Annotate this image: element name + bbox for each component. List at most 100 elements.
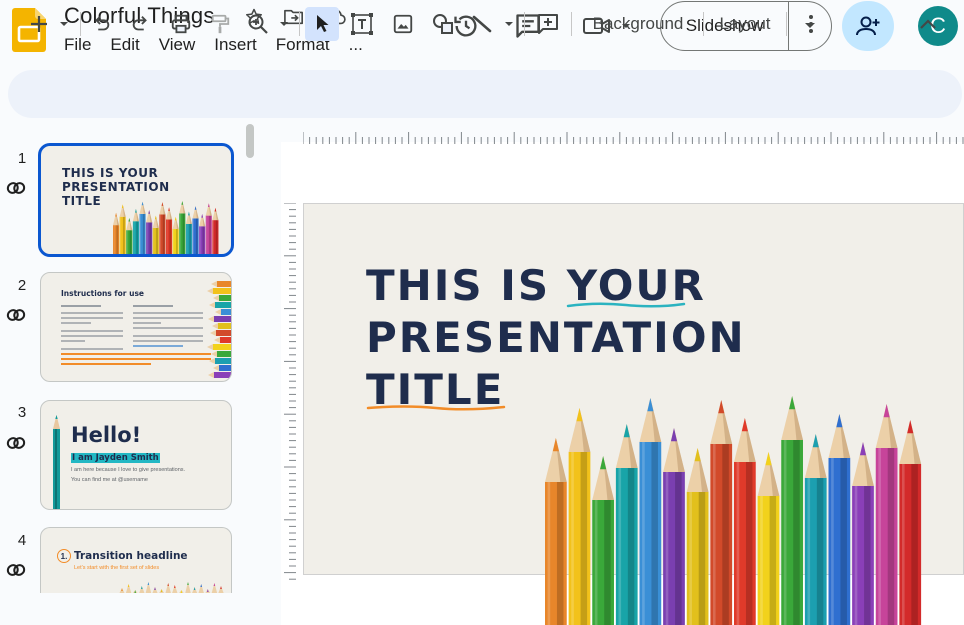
redo-icon[interactable] — [128, 10, 154, 38]
vertical-ruler[interactable] — [282, 203, 296, 583]
pencil-mark — [145, 582, 152, 593]
share-button[interactable] — [842, 1, 894, 51]
print-icon[interactable] — [168, 10, 194, 38]
new-slide-icon[interactable] — [26, 10, 74, 38]
pencil-mark — [172, 216, 179, 254]
slide-number: 2 — [17, 277, 27, 294]
pencil-mark — [192, 587, 198, 593]
slide-number: 3 — [17, 404, 27, 421]
colored-pencils-image[interactable] — [545, 378, 930, 625]
shape-icon[interactable] — [430, 10, 456, 38]
pencil-mark — [139, 201, 146, 254]
toolbar — [8, 70, 962, 118]
layout-button[interactable]: Layout — [712, 10, 778, 38]
add-person-icon — [856, 16, 880, 36]
menu-insert[interactable]: Insert — [214, 35, 266, 55]
text-box-icon[interactable] — [348, 10, 376, 38]
pencil-mark — [132, 208, 139, 254]
pencil-mark — [205, 203, 212, 254]
pencil-mark — [179, 201, 186, 254]
menu-view[interactable]: View — [159, 35, 205, 55]
menu-edit[interactable]: Edit — [110, 35, 148, 55]
pencil-mark — [213, 365, 231, 371]
pencil-mark — [214, 337, 231, 343]
pencil-mark — [179, 590, 184, 593]
pencil-mark — [185, 582, 191, 593]
toolbar-divider — [571, 12, 572, 36]
pencil-mark — [207, 344, 231, 350]
pencil-mark — [211, 351, 231, 357]
more-options-icon[interactable] — [798, 10, 824, 38]
toolbar-divider — [786, 12, 787, 36]
pencil-mark — [208, 372, 231, 378]
pencil-mark — [159, 202, 166, 254]
pencil-mark — [568, 408, 591, 625]
pencil-mark — [804, 434, 827, 625]
pencil-mark — [875, 404, 898, 625]
slide-thumbnail-1[interactable]: THIS IS YOUR PRESENTATION TITLE — [38, 143, 234, 257]
thumb3-text-1: I am here because I love to give present… — [71, 467, 186, 473]
zoom-icon[interactable] — [246, 10, 294, 38]
paint-format-icon[interactable] — [207, 10, 233, 38]
thumb3-text-2: You can find me at @username — [71, 477, 148, 483]
thumb1-title-line: THIS IS YOUR — [62, 166, 159, 180]
select-cursor-icon[interactable] — [305, 7, 339, 41]
pencil-mark — [119, 588, 125, 593]
pencil-mark — [165, 583, 171, 593]
pencil-mark — [663, 428, 685, 625]
pencil-mark — [113, 212, 120, 254]
thumb4-number-circle: 1. — [57, 549, 71, 563]
line-icon[interactable] — [470, 10, 518, 38]
menu-file[interactable]: File — [64, 35, 100, 55]
menu-more[interactable]: ... — [349, 35, 372, 55]
title-teal-underline — [566, 302, 686, 308]
pencil-mark — [852, 442, 874, 625]
pencil-mark — [899, 420, 922, 625]
slide-number: 1 — [17, 150, 27, 167]
pencil-mark — [828, 414, 851, 625]
thumb4-subtitle: Let's start with the first set of slides — [74, 565, 160, 571]
pencil-mark — [211, 281, 231, 287]
pencil-mark — [734, 418, 756, 625]
pencil-mark — [781, 396, 803, 625]
thumb3-heading: Hello! — [71, 423, 142, 447]
title-line-1: THIS IS YOUR — [366, 261, 706, 310]
thumb4-heading: Transition headline — [74, 550, 188, 562]
slide-thumbnail-3[interactable]: Hello! I am Jayden Smith I am here becau… — [40, 400, 232, 510]
collapse-toolbar-icon[interactable] — [914, 10, 942, 38]
title-line-2: PRESENTATION — [366, 313, 746, 362]
pencil-mark — [209, 358, 231, 364]
horizontal-ruler[interactable] — [303, 130, 964, 144]
pencil-mark — [215, 309, 231, 315]
filmstrip-scrollbar[interactable] — [246, 124, 254, 158]
pencil-mark — [757, 452, 780, 625]
link-icon — [5, 177, 27, 199]
pencil-mark — [205, 589, 211, 593]
undo-icon[interactable] — [88, 10, 114, 38]
link-icon — [5, 304, 27, 326]
background-button[interactable]: Background — [584, 10, 692, 38]
pencil-mark — [545, 438, 567, 625]
slide-thumbnail-4[interactable]: 1. Transition headline Let's start with … — [40, 527, 232, 593]
pencil-mark — [152, 587, 158, 593]
thumb2-text-col-1 — [61, 305, 123, 355]
pencil-mark — [212, 323, 231, 329]
thumb1-title-line: PRESENTATION — [62, 180, 170, 194]
pencil-mark — [126, 217, 133, 254]
link-icon — [5, 432, 27, 454]
slide-number: 4 — [17, 532, 27, 549]
insert-comment-icon[interactable] — [534, 10, 562, 38]
pencil-mark — [159, 589, 164, 593]
insert-image-icon[interactable] — [390, 10, 416, 38]
pencil-mark — [166, 207, 173, 254]
pencil-mark — [208, 316, 231, 322]
pencil-mark — [192, 206, 199, 254]
thumb2-text-col-2 — [133, 305, 203, 347]
slide-thumbnail-2[interactable]: Instructions for use — [40, 272, 232, 382]
pencil-mark — [210, 330, 231, 336]
pencil-mark — [686, 448, 709, 625]
pencil-mark — [199, 213, 206, 254]
pencil-mark — [218, 586, 224, 593]
pencil-mark — [132, 590, 138, 593]
thumb2-pencils-side-image — [207, 281, 231, 378]
